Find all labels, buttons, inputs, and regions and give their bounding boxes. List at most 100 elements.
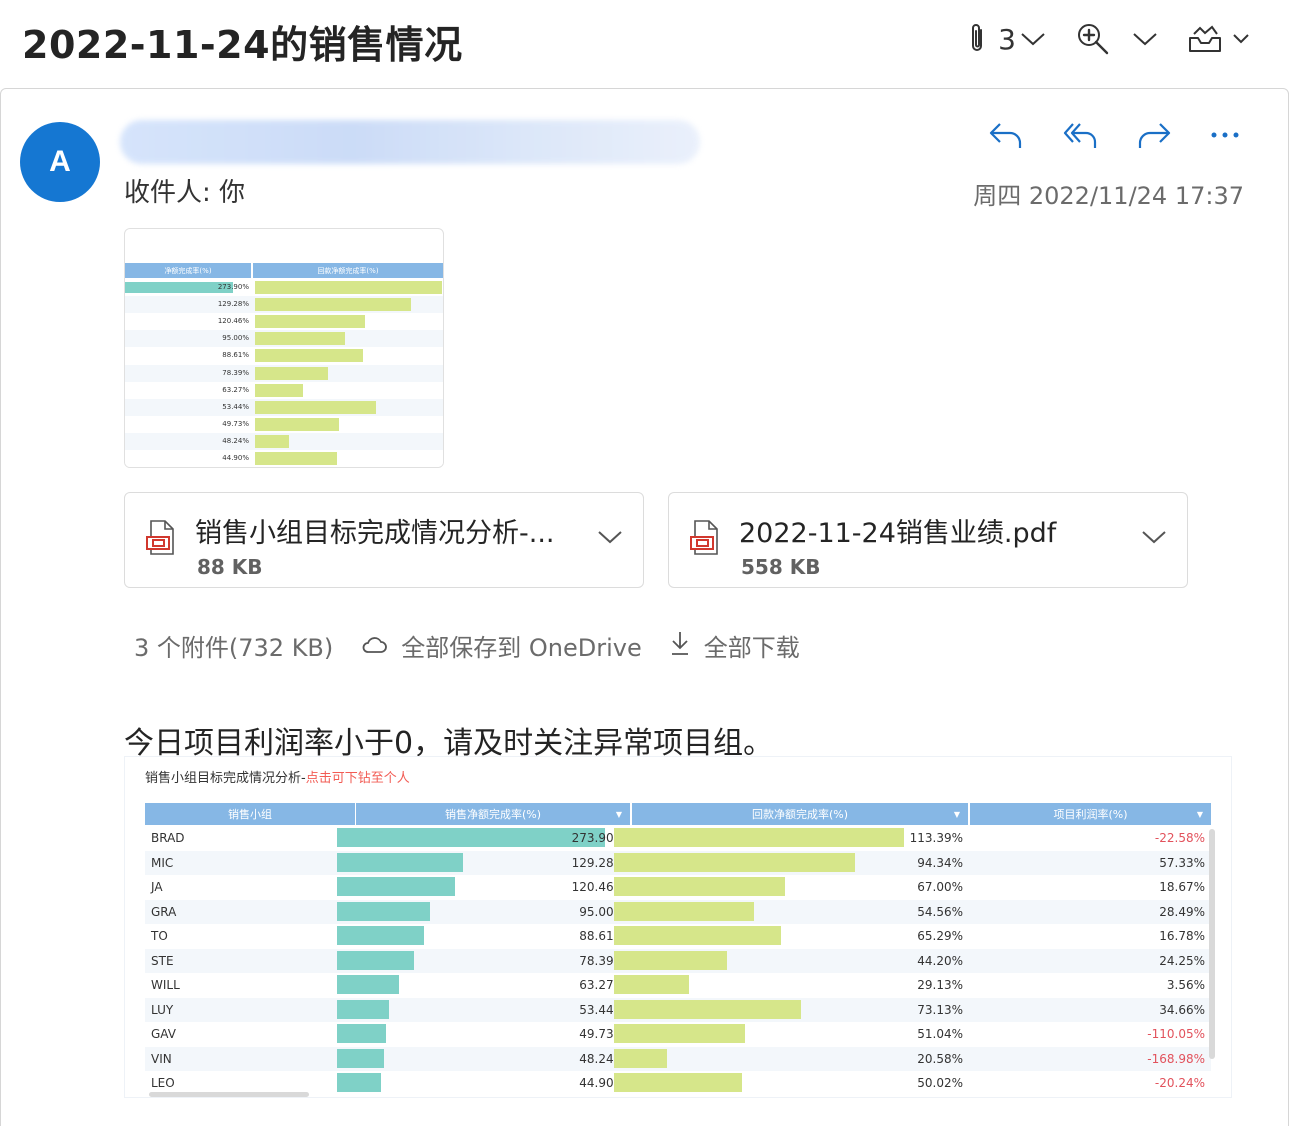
immersive-reader-menu[interactable] bbox=[1188, 24, 1250, 54]
column-header-label: 销售小组 bbox=[228, 808, 272, 821]
recipient-line: 收件人: 你 bbox=[124, 178, 246, 208]
collection-value: 67.00% bbox=[917, 880, 963, 894]
attachment-size: 558 KB bbox=[741, 555, 821, 579]
column-header-label: 项目利润率(%) bbox=[1053, 808, 1128, 821]
image-attachment-thumbnail[interactable]: 净额完成率(%) 回款净额完成率(%) 273.90% 129.28% 120.46… bbox=[124, 228, 444, 468]
attachment-summary: 3 个附件(732 KB) 全部保存到 OneDrive 全部下载 bbox=[134, 628, 800, 663]
group-name-cell: LUY bbox=[151, 1002, 174, 1017]
column-header-label: 销售净额完成率(%) bbox=[444, 808, 542, 821]
cloud-icon bbox=[361, 632, 401, 660]
table-row[interactable]: BRAD 273.90% 113.39% -22.58% bbox=[145, 826, 1211, 850]
thumbnail-net-value: 95.00% bbox=[222, 334, 249, 343]
net-sales-value: 78.39% bbox=[579, 953, 625, 968]
collection-bar bbox=[614, 901, 754, 921]
thumbnail-row: 88.61% bbox=[125, 347, 443, 365]
chevron-down-icon bbox=[1232, 33, 1250, 45]
chevron-down-icon[interactable] bbox=[597, 529, 623, 549]
group-name-cell: BRAD bbox=[151, 831, 185, 845]
margin-value: -20.24% bbox=[1154, 1076, 1205, 1090]
net-sales-bar bbox=[337, 975, 399, 994]
download-all-label: 全部下载 bbox=[703, 634, 800, 662]
reply-all-icon[interactable] bbox=[1062, 120, 1098, 150]
chevron-down-icon bbox=[1020, 31, 1046, 47]
table-row[interactable]: STE 78.39% 44.20% 24.25% bbox=[145, 948, 1211, 973]
table-row[interactable]: TO 88.61% 65.29% 16.78% bbox=[145, 924, 1211, 948]
thumbnail-collection-bar bbox=[255, 366, 328, 380]
column-header-group[interactable]: 销售小组 bbox=[145, 803, 355, 825]
net-sales-bar bbox=[337, 1073, 381, 1092]
collection-value: 44.20% bbox=[917, 953, 963, 968]
collection-value: 29.13% bbox=[917, 978, 963, 992]
table-row[interactable]: GAV 49.73% 51.04% -110.05% bbox=[145, 1022, 1211, 1046]
report-title-text: 销售小组目标完成情况分析- bbox=[145, 771, 306, 786]
margin-value: 18.67% bbox=[1159, 880, 1205, 894]
table-row[interactable]: JA 120.46% 67.00% 18.67% bbox=[145, 875, 1211, 899]
margin-value: 34.66% bbox=[1159, 1002, 1205, 1017]
thumbnail-net-value: 129.28% bbox=[217, 300, 249, 309]
attachment-card-1[interactable]: 销售小组目标完成情况分析-... 88 KB bbox=[124, 492, 644, 588]
net-sales-value: 63.27% bbox=[579, 978, 625, 992]
net-sales-bar bbox=[337, 950, 414, 970]
sender-name-redacted[interactable] bbox=[120, 120, 700, 164]
avatar[interactable]: A bbox=[20, 122, 100, 202]
thumbnail-row: 49.73% bbox=[125, 415, 443, 433]
thumbnail-row: 53.44% bbox=[125, 398, 443, 416]
chevron-down-icon[interactable] bbox=[1141, 529, 1167, 549]
thumbnail-row: 129.28% bbox=[125, 296, 443, 314]
table-row[interactable]: WILL 63.27% 29.13% 3.56% bbox=[145, 973, 1211, 997]
net-sales-value: 273.90% bbox=[571, 831, 625, 845]
margin-value: -168.98% bbox=[1147, 1051, 1205, 1066]
reading-pane-toolbar: 3 bbox=[936, 22, 1250, 56]
reply-icon[interactable] bbox=[988, 120, 1024, 150]
more-actions-icon[interactable] bbox=[1210, 130, 1240, 140]
message-actions bbox=[988, 120, 1240, 150]
drilldown-link[interactable]: 点击可下钻至个人 bbox=[306, 771, 410, 786]
table-row[interactable]: VIN 48.24% 20.58% -168.98% bbox=[145, 1046, 1211, 1071]
group-name-cell: WILL bbox=[151, 978, 180, 992]
margin-value: 57.33% bbox=[1159, 855, 1205, 870]
chevron-down-icon bbox=[1132, 31, 1158, 47]
column-header-margin[interactable]: 项目利润率(%) ▼ bbox=[970, 803, 1211, 825]
column-header-net-sales[interactable]: 销售净额完成率(%) ▼ bbox=[356, 803, 630, 825]
thumbnail-net-value: 273.90% bbox=[217, 283, 249, 291]
group-name-cell: LEO bbox=[151, 1076, 175, 1090]
attachment-name: 2022-11-24销售业绩.pdf bbox=[739, 518, 1057, 549]
collection-value: 20.58% bbox=[917, 1051, 963, 1066]
thumbnail-row: 63.27% bbox=[125, 381, 443, 399]
margin-value: 16.78% bbox=[1159, 929, 1205, 943]
column-header-collection[interactable]: 回款净额完成率(%) ▼ bbox=[632, 803, 968, 825]
table-row[interactable]: LUY 53.44% 73.13% 34.66% bbox=[145, 997, 1211, 1022]
collection-value: 73.13% bbox=[917, 1002, 963, 1017]
net-sales-bar bbox=[337, 926, 424, 945]
collection-value: 113.39% bbox=[909, 831, 963, 845]
attachment-card-2[interactable]: 2022-11-24销售业绩.pdf 558 KB bbox=[668, 492, 1188, 588]
download-all-button[interactable]: 全部下载 bbox=[670, 628, 800, 663]
sort-arrow-icon: ▼ bbox=[615, 809, 622, 819]
attachment-count-label: 3 个附件(732 KB) bbox=[134, 634, 334, 662]
table-row[interactable]: GRA 95.00% 54.56% 28.49% bbox=[145, 899, 1211, 924]
save-all-onedrive-button[interactable]: 全部保存到 OneDrive bbox=[361, 628, 642, 663]
collection-bar bbox=[614, 999, 802, 1019]
thumbnail-net-value: 120.46% bbox=[217, 317, 249, 326]
attachments-menu[interactable]: 3 bbox=[966, 22, 1046, 56]
collection-value: 51.04% bbox=[917, 1027, 963, 1041]
zoom-menu[interactable] bbox=[1076, 22, 1158, 56]
net-sales-value: 49.73% bbox=[579, 1027, 625, 1041]
group-name-cell: GAV bbox=[151, 1027, 176, 1041]
net-sales-value: 48.24% bbox=[579, 1051, 625, 1066]
thumbnail-collection-bar bbox=[255, 434, 289, 448]
thumbnail-net-value: 88.61% bbox=[222, 351, 249, 360]
collection-bar bbox=[614, 1024, 745, 1043]
vertical-scrollbar[interactable] bbox=[1209, 829, 1215, 1059]
sort-arrow-icon: ▼ bbox=[1196, 809, 1203, 819]
thumbnail-collection-bar bbox=[255, 349, 363, 363]
net-sales-bar bbox=[337, 852, 464, 872]
horizontal-scrollbar[interactable] bbox=[149, 1092, 309, 1097]
pdf-file-icon bbox=[145, 519, 177, 561]
thumbnail-net-value: 49.73% bbox=[222, 419, 249, 428]
table-row[interactable]: MIC 129.28% 94.34% 57.33% bbox=[145, 850, 1211, 875]
net-sales-value: 120.46% bbox=[571, 880, 625, 894]
forward-icon[interactable] bbox=[1136, 120, 1172, 150]
thumbnail-collection-bar bbox=[255, 417, 340, 431]
net-sales-value: 95.00% bbox=[579, 904, 625, 919]
